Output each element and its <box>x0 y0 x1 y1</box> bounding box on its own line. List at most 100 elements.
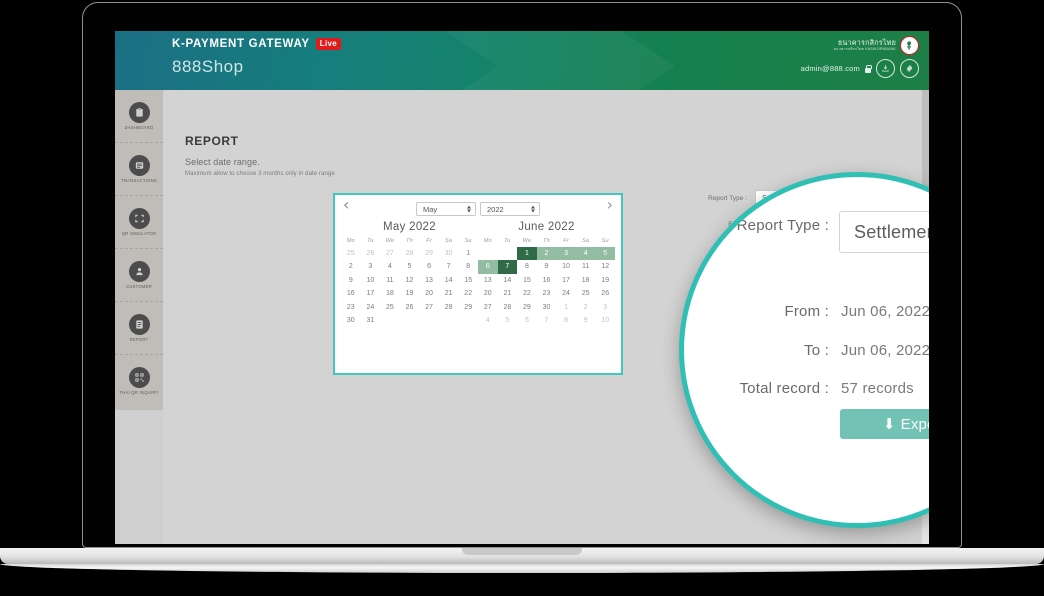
calendar-day[interactable]: 5 <box>400 260 420 273</box>
calendar-day[interactable]: 15 <box>517 274 537 287</box>
logout-icon[interactable] <box>876 59 895 78</box>
calendar-day[interactable]: 12 <box>400 274 420 287</box>
laptop-screen: K-PAYMENT GATEWAY Live 888Shop ธนาคารกสิ… <box>115 31 929 544</box>
calendar-month-right: June 2022 Mo Tu We Th Fr Sa Su 1 2 3 4 5 6 7 8 9 10 11 12 1… <box>478 220 615 327</box>
calendar-day[interactable]: 21 <box>439 287 459 300</box>
calendar-day[interactable]: 14 <box>439 274 459 287</box>
calendar-day[interactable]: 5 <box>498 314 518 327</box>
calendar-day[interactable]: 22 <box>517 287 537 300</box>
sidebar-item-thai-qr-inquiry[interactable]: THAI QR INQUIRY <box>115 355 163 407</box>
calendar-day[interactable]: 6 <box>419 260 439 273</box>
calendar-day[interactable]: 30 <box>439 247 459 260</box>
calendar-day[interactable]: 8 <box>556 314 576 327</box>
sidebar-item-report[interactable]: REPORT <box>115 302 163 355</box>
calendar-day[interactable]: 6 <box>517 314 537 327</box>
calendar-day[interactable]: 25 <box>576 287 596 300</box>
sidebar-label-report: REPORT <box>129 336 149 342</box>
calendar-day[interactable]: 17 <box>556 274 576 287</box>
sidebar-item-qr-simulator[interactable]: QR SIMULATOR <box>115 196 163 249</box>
calendar-day[interactable]: 29 <box>458 301 478 314</box>
calendar-day[interactable]: 13 <box>419 274 439 287</box>
calendar-day[interactable]: 8 <box>517 260 537 273</box>
calendar-day[interactable]: 9 <box>537 260 557 273</box>
calendar-day[interactable]: 5 <box>595 247 615 261</box>
calendar-day[interactable]: 30 <box>341 314 361 327</box>
calendar-day[interactable]: 7 <box>537 314 557 327</box>
calendar-day[interactable]: 29 <box>517 301 537 314</box>
lens-report-type-select[interactable]: Settlement Report <box>839 211 929 253</box>
calendar-day[interactable]: 9 <box>341 274 361 287</box>
calendar-day[interactable]: 3 <box>595 301 615 314</box>
calendar-day[interactable]: 3 <box>361 260 381 273</box>
calendar-day[interactable]: 4 <box>380 260 400 273</box>
calendar-day[interactable]: 10 <box>556 260 576 273</box>
lens-export-button[interactable]: ⬇ Export <box>840 409 929 439</box>
calendar-day[interactable]: 4 <box>575 247 596 261</box>
calendar-day[interactable]: 10 <box>361 274 381 287</box>
calendar-day[interactable]: 23 <box>537 287 557 300</box>
calendar-day[interactable]: 27 <box>419 301 439 314</box>
calendar-day[interactable]: 6 <box>478 260 498 274</box>
calendar-day[interactable]: 12 <box>595 260 615 273</box>
calendar-day[interactable]: 10 <box>595 314 615 327</box>
calendar-day[interactable]: 8 <box>458 260 478 273</box>
calendar-day[interactable]: 1 <box>458 247 478 260</box>
calendar-day[interactable]: 19 <box>400 287 420 300</box>
calendar-day[interactable]: 23 <box>341 301 361 314</box>
date-range-calendar[interactable]: ‹ May 2022 › May 2022 Mo Tu We Th Fr Sa Su 25 26… <box>333 193 623 375</box>
calendar-day[interactable]: 9 <box>576 314 596 327</box>
calendar-day[interactable]: 1 <box>556 301 576 314</box>
calendar-day[interactable]: 24 <box>556 287 576 300</box>
calendar-day[interactable]: 28 <box>400 247 420 260</box>
calendar-day[interactable]: 11 <box>380 274 400 287</box>
calendar-day[interactable]: 30 <box>537 301 557 314</box>
sidebar-item-transactions[interactable]: TRANSACTIONS <box>115 143 163 196</box>
calendar-day[interactable]: 25 <box>341 247 361 260</box>
calendar-day[interactable]: 29 <box>419 247 439 260</box>
sidebar-item-dashboard[interactable]: DASHBOARD <box>115 90 163 143</box>
calendar-day[interactable]: 11 <box>576 260 596 273</box>
calendar-day[interactable]: 16 <box>537 274 557 287</box>
screenshot-stage: K-PAYMENT GATEWAY Live 888Shop ธนาคารกสิ… <box>0 0 1044 596</box>
calendar-day[interactable]: 28 <box>439 301 459 314</box>
calendar-day[interactable]: 27 <box>380 247 400 260</box>
chevron-left-icon[interactable]: ‹ <box>343 197 349 213</box>
calendar-day[interactable]: 25 <box>380 301 400 314</box>
calendar-day[interactable]: 2 <box>576 301 596 314</box>
month-select[interactable]: May <box>416 202 476 216</box>
download-icon: ⬇ <box>882 416 896 433</box>
chevron-right-icon[interactable]: › <box>607 197 613 213</box>
calendar-day[interactable]: 1 <box>517 247 537 261</box>
calendar-day[interactable]: 26 <box>400 301 420 314</box>
calendar-day[interactable]: 21 <box>498 287 518 300</box>
calendar-day[interactable]: 26 <box>595 287 615 300</box>
sidebar-item-customer[interactable]: CUSTOMER <box>115 249 163 302</box>
calendar-day[interactable]: 20 <box>419 287 439 300</box>
calendar-day[interactable]: 31 <box>361 314 381 327</box>
calendar-day[interactable]: 14 <box>498 274 518 287</box>
year-select[interactable]: 2022 <box>480 202 540 216</box>
calendar-day[interactable]: 2 <box>536 247 557 261</box>
gear-icon[interactable] <box>900 59 919 78</box>
calendar-day[interactable]: 19 <box>595 274 615 287</box>
calendar-grid-left[interactable]: Mo Tu We Th Fr Sa Su 25 26 27 28 29 30 1 2 3 4 5 6 7 8 9 10 11 1… <box>341 238 478 327</box>
calendar-day[interactable]: 26 <box>361 247 381 260</box>
calendar-day[interactable]: 17 <box>361 287 381 300</box>
calendar-day[interactable]: 22 <box>458 287 478 300</box>
calendar-day[interactable]: 18 <box>576 274 596 287</box>
calendar-day[interactable]: 2 <box>341 260 361 273</box>
calendar-day[interactable]: 4 <box>478 314 498 327</box>
calendar-day[interactable]: 27 <box>478 301 498 314</box>
calendar-day[interactable]: 28 <box>498 301 518 314</box>
calendar-day[interactable]: 16 <box>341 287 361 300</box>
calendar-day[interactable]: 15 <box>458 274 478 287</box>
page-note: Maximum allow to choose 3 months only in… <box>185 171 335 177</box>
calendar-day[interactable]: 7 <box>439 260 459 273</box>
calendar-day[interactable]: 13 <box>478 274 498 287</box>
calendar-day[interactable]: 3 <box>556 247 576 261</box>
calendar-day[interactable]: 20 <box>478 287 498 300</box>
calendar-day[interactable]: 18 <box>380 287 400 300</box>
calendar-grid-right[interactable]: Mo Tu We Th Fr Sa Su 1 2 3 4 5 6 7 8 9 10 11 12 13 14 15 16 17 1… <box>478 238 615 327</box>
calendar-day[interactable]: 7 <box>497 260 518 274</box>
calendar-day[interactable]: 24 <box>361 301 381 314</box>
